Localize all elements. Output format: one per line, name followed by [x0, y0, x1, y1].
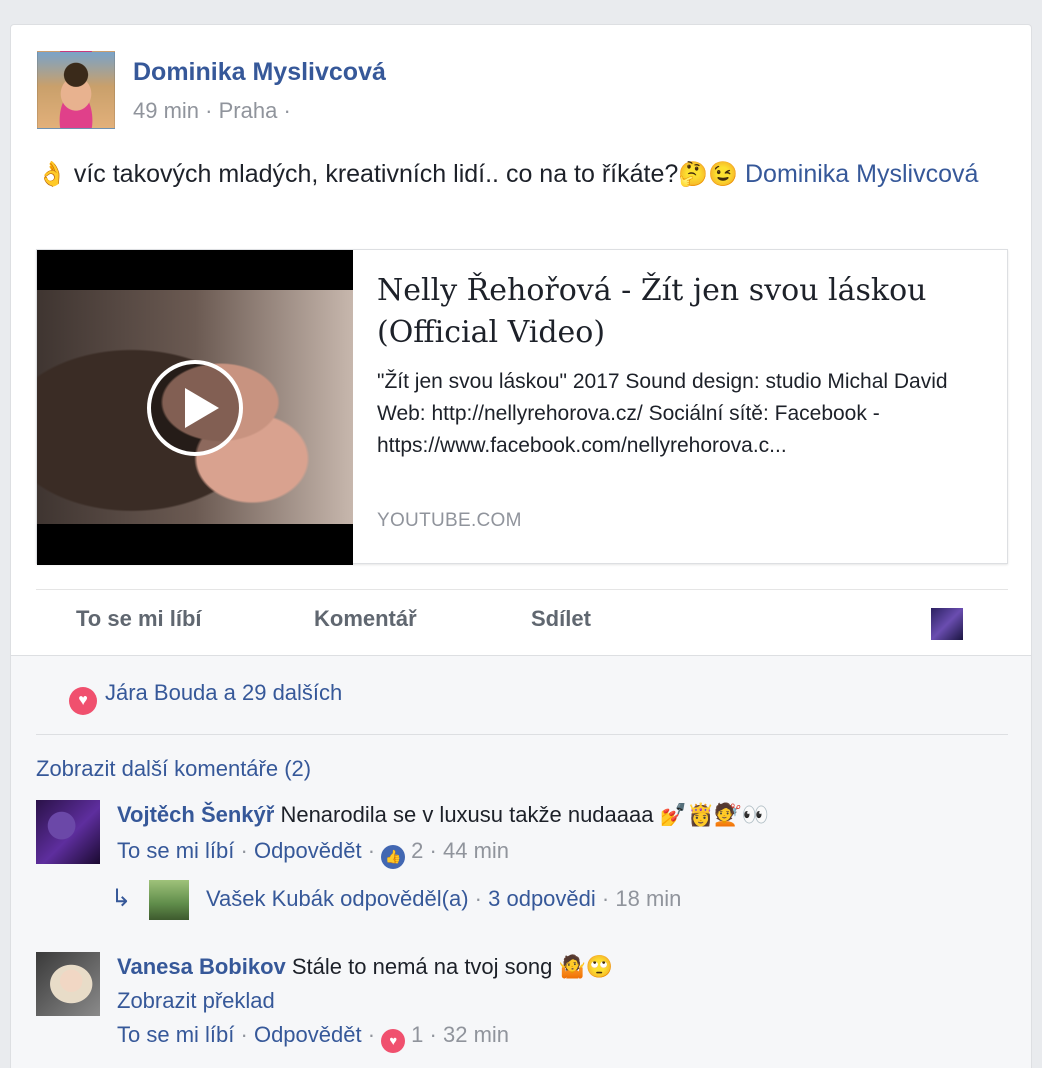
author-avatar[interactable] — [37, 51, 115, 129]
reply-avatar[interactable] — [149, 880, 189, 920]
post-text: 👌 víc takových mladých, kreativních lidí… — [37, 155, 1007, 194]
comment-reply-link[interactable]: Odpovědět — [254, 838, 362, 863]
heart-icon: ♥ — [381, 1029, 406, 1053]
post-time[interactable]: 49 min — [133, 98, 199, 123]
video-thumbnail[interactable] — [37, 250, 353, 565]
post-card: Dominika Myslivcová 49 min · Praha · 👌 v… — [10, 24, 1032, 1068]
author-name[interactable]: Dominika Myslivcová — [133, 58, 386, 87]
link-title[interactable]: Nelly Řehořová - Žít jen svou láskou (Of… — [377, 270, 987, 354]
post-meta: 49 min · Praha · — [133, 98, 291, 123]
commenter-name[interactable]: Vojtěch Šenkýř — [117, 802, 274, 827]
reactions-summary[interactable]: ♥ Jára Bouda a 29 dalších — [69, 680, 342, 715]
comment-emojis: 💅👸💇👀 — [659, 802, 770, 827]
reaction-count[interactable]: 2 — [411, 838, 423, 863]
commenter-avatar[interactable] — [36, 952, 100, 1016]
link-description: "Žít jen svou láskou" 2017 Sound design:… — [377, 370, 948, 457]
reply-time: 18 min — [615, 886, 682, 911]
ok-hand-emoji: 👌 — [37, 161, 67, 188]
reply-author-link[interactable]: Vašek Kubák odpověděl(a) — [206, 886, 469, 911]
reply-arrow-icon: ↳ — [111, 885, 132, 912]
like-button[interactable]: To se mi líbí — [76, 606, 202, 632]
action-bar: To se mi líbí Komentář Sdílet — [36, 589, 1008, 655]
post-location[interactable]: Praha — [219, 98, 278, 123]
link-preview[interactable]: Nelly Řehořová - Žít jen svou láskou (Of… — [36, 249, 1008, 565]
link-domain: YOUTUBE.COM — [377, 510, 522, 531]
translate-link[interactable]: Zobrazit překlad — [117, 988, 275, 1014]
heart-icon: ♥ — [69, 687, 97, 715]
thinking-wink-emoji: 🤔😉 — [678, 161, 739, 188]
comment-button[interactable]: Komentář — [314, 606, 417, 632]
post-body: víc takových mladých, kreativních lidí..… — [66, 160, 679, 188]
thumbs-up-icon: 👍 — [381, 845, 406, 869]
commenter-name[interactable]: Vanesa Bobikov — [117, 954, 286, 979]
comment-emojis: 🤷🙄 — [558, 954, 614, 979]
comment-2-actions: To se mi líbí · Odpovědět · ♥ 1 · 32 min — [117, 1022, 509, 1053]
divider — [36, 734, 1008, 735]
comment-text: Stále to nemá na tvoj song — [291, 954, 553, 979]
comments-section: ♥ Jára Bouda a 29 dalších Zobrazit další … — [11, 655, 1031, 1068]
reaction-count[interactable]: 1 — [411, 1022, 423, 1047]
comment-1-actions: To se mi líbí · Odpovědět · 👍 2 · 44 min — [117, 838, 509, 869]
share-button[interactable]: Sdílet — [531, 606, 591, 632]
more-comments-link[interactable]: Zobrazit další komentáře (2) — [36, 756, 311, 782]
reply-count-link[interactable]: 3 odpovědi — [488, 886, 596, 911]
comment-like-link[interactable]: To se mi líbí — [117, 838, 234, 863]
comment-text: Nenarodila se v luxusu takže nudaaaa — [280, 802, 654, 827]
comment-time[interactable]: 44 min — [443, 838, 509, 863]
comment-2: Vanesa Bobikov Stále to nemá na tvoj son… — [117, 954, 613, 980]
mention-link[interactable]: Dominika Myslivcová — [745, 160, 978, 188]
comment-1: Vojtěch Šenkýř Nenarodila se v luxusu ta… — [117, 802, 769, 828]
reply-thread[interactable]: Vašek Kubák odpověděl(a) · 3 odpovědi · … — [206, 886, 681, 912]
commenter-avatar[interactable] — [36, 800, 100, 864]
comment-like-link[interactable]: To se mi líbí — [117, 1022, 234, 1047]
play-icon[interactable] — [147, 360, 243, 456]
comment-time[interactable]: 32 min — [443, 1022, 509, 1047]
comment-reply-link[interactable]: Odpovědět — [254, 1022, 362, 1047]
viewer-avatar[interactable] — [931, 608, 963, 640]
